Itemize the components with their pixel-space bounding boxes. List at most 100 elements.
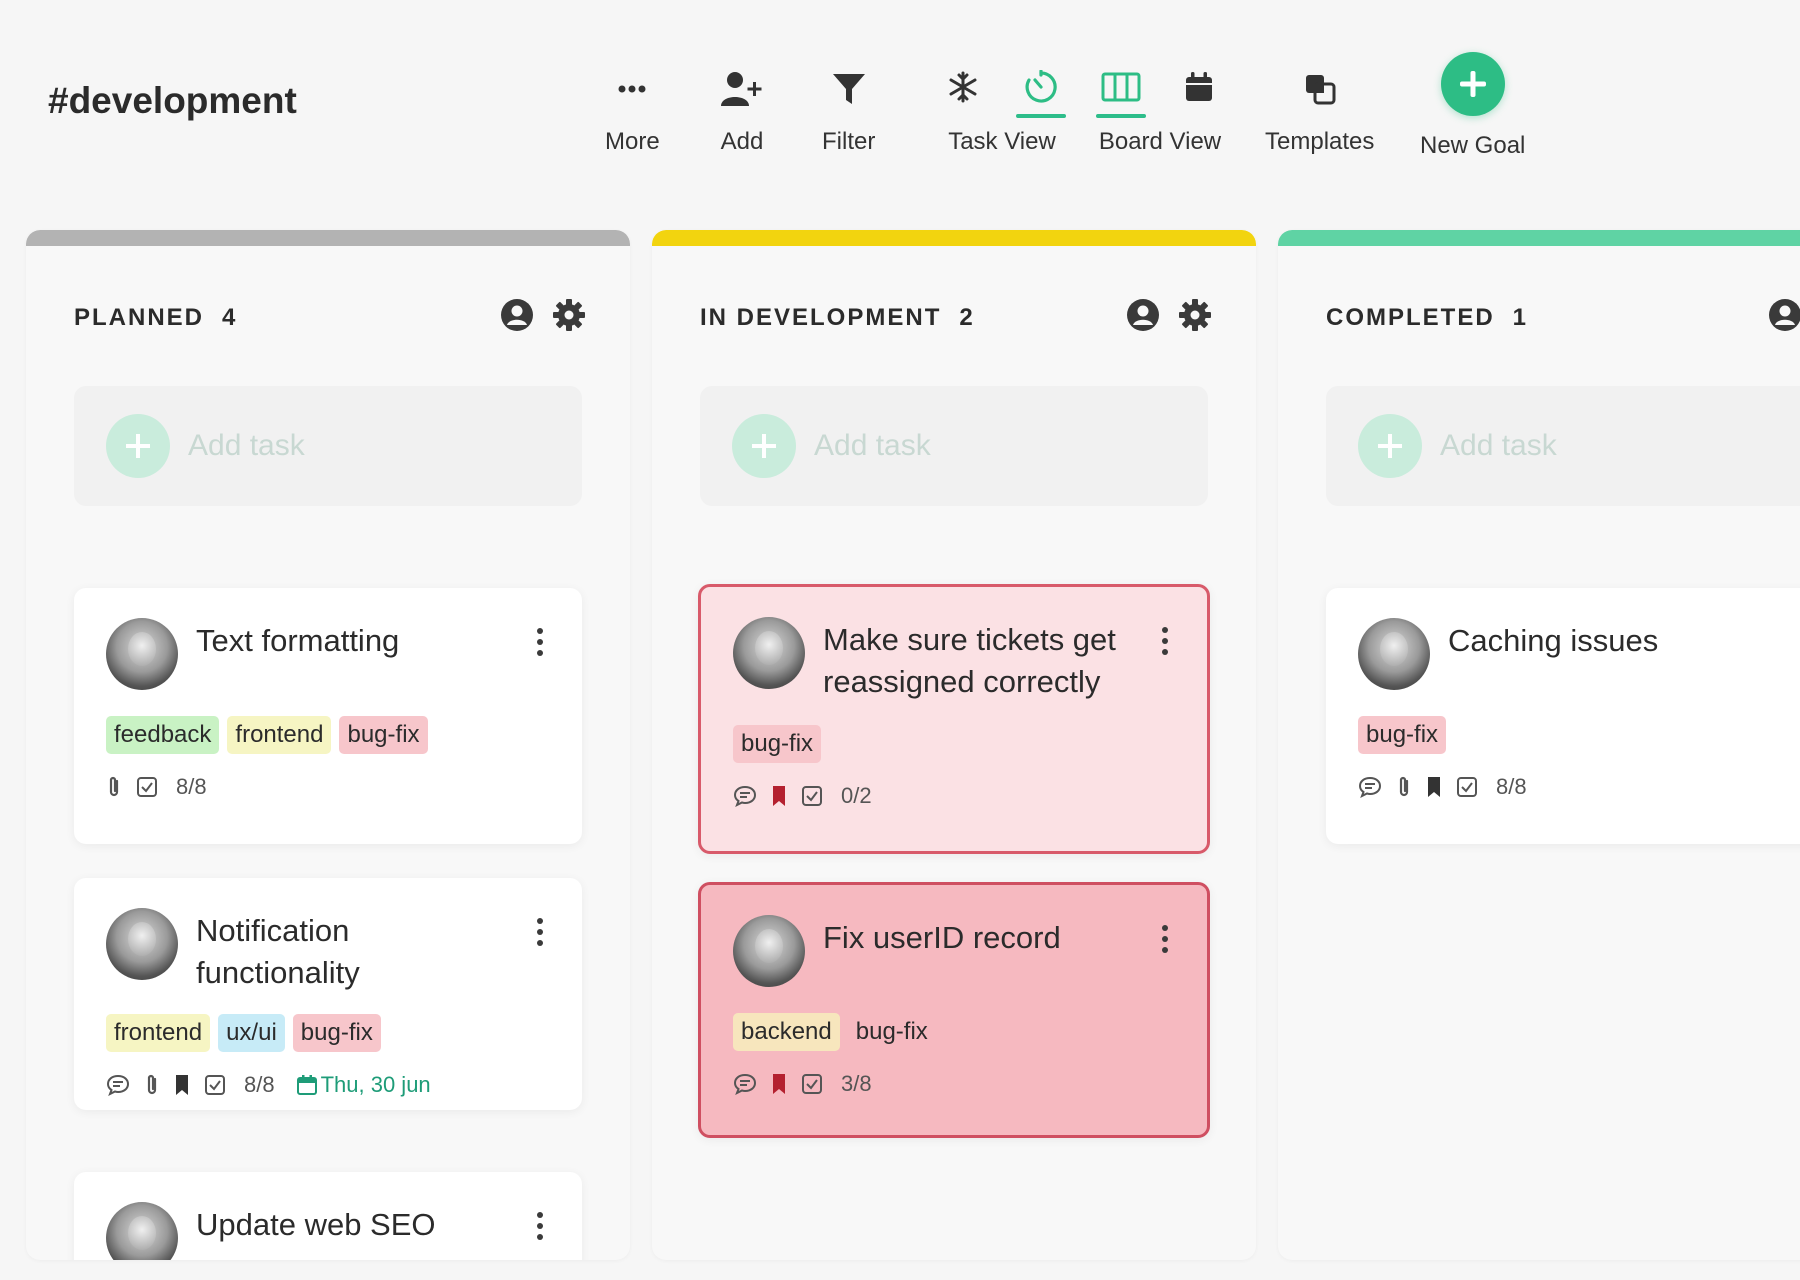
snowflake-view-toggle[interactable] (938, 64, 988, 118)
tag-feedback[interactable]: feedback (106, 716, 220, 754)
task-view-active-indicator (1016, 114, 1066, 118)
board-view-label: Board View (1098, 128, 1222, 155)
new-goal-label: New Goal (1420, 132, 1526, 159)
assignee-icon[interactable] (500, 298, 534, 337)
add-task-label: Add task (188, 429, 305, 462)
checklist-count: 3/8 (841, 1071, 872, 1096)
column-planned: PLANNED 4 Add task Text formatting feedba… (26, 230, 630, 1260)
column-title: COMPLETED (1326, 303, 1495, 331)
templates-button[interactable]: Templates (1265, 64, 1374, 156)
gear-icon[interactable] (552, 298, 586, 337)
bookmark-icon (771, 785, 787, 807)
kebab-menu-icon[interactable] (530, 908, 550, 946)
column-status-bar (1278, 230, 1800, 246)
task-view-group: Task View (938, 64, 1066, 156)
tag-bug-fix[interactable]: bug-fix (339, 716, 428, 754)
checklist-icon (801, 785, 823, 807)
column-count: 2 (959, 303, 975, 331)
card-title: Make sure tickets get reassigned correct… (823, 622, 1116, 699)
plus-icon (1358, 414, 1422, 478)
tag-bug-fix[interactable]: bug-fix (292, 1014, 381, 1052)
column-count: 1 (1512, 303, 1529, 331)
channel-title: #development (48, 80, 297, 121)
bookmark-icon (771, 1073, 787, 1095)
tag-bug-fix[interactable]: bug-fix (1358, 716, 1447, 754)
plus-icon (732, 414, 796, 478)
add-user-icon (720, 64, 764, 114)
task-card-update-seo[interactable]: Update web SEO (74, 1172, 582, 1260)
gear-icon[interactable] (1178, 298, 1212, 337)
checklist-count: 8/8 (244, 1072, 275, 1097)
attachment-icon (106, 775, 122, 799)
bookmark-icon (1426, 776, 1442, 798)
add-task-button[interactable]: Add task (1326, 386, 1800, 506)
filter-label: Filter (822, 128, 876, 155)
column-in-development: IN DEVELOPMENT 2 Add task Make sure ticke… (652, 230, 1256, 1260)
new-goal-button[interactable]: New Goal (1420, 52, 1525, 160)
attachment-icon (1396, 775, 1412, 799)
checklist-count: 8/8 (1496, 774, 1527, 799)
kebab-menu-icon[interactable] (530, 618, 550, 656)
checklist-count: 0/2 (841, 783, 872, 808)
avatar (733, 617, 805, 689)
more-button[interactable]: More (605, 64, 660, 156)
column-header: COMPLETED 1 (1326, 298, 1800, 337)
tag-bug-fix[interactable]: bug-fix (733, 725, 822, 763)
tag-backend[interactable]: backend (733, 1013, 840, 1051)
attachment-icon (144, 1073, 160, 1097)
task-card-caching[interactable]: Caching issues bug-fix 8/8 (1326, 588, 1800, 844)
add-button[interactable]: Add (720, 64, 764, 156)
templates-icon (1303, 64, 1337, 114)
templates-label: Templates (1265, 128, 1375, 155)
tag-bug-fix[interactable]: bug-fix (848, 1013, 936, 1051)
kebab-menu-icon[interactable] (1155, 915, 1175, 953)
task-view-toggle[interactable] (1016, 64, 1066, 118)
column-title: PLANNED (74, 303, 205, 331)
task-card-text-formatting[interactable]: Text formatting feedback frontend bug-fi… (74, 588, 582, 844)
board-view-toggle[interactable] (1096, 64, 1146, 118)
bookmark-icon (174, 1074, 190, 1096)
calendar-view-toggle[interactable] (1174, 64, 1224, 118)
add-label: Add (720, 128, 764, 155)
column-title: IN DEVELOPMENT (700, 303, 942, 331)
column-status-bar (652, 230, 1256, 246)
tag-frontend[interactable]: frontend (227, 716, 332, 754)
filter-button[interactable]: Filter (822, 64, 875, 156)
kebab-menu-icon[interactable] (530, 1202, 550, 1240)
assignee-icon[interactable] (1768, 298, 1800, 337)
task-card-notification[interactable]: Notification functionality frontend ux/u… (74, 878, 582, 1110)
tag-ux-ui[interactable]: ux/ui (218, 1014, 285, 1052)
due-date[interactable]: Thu, 30 jun (296, 1072, 431, 1098)
board-columns-icon (1101, 64, 1141, 110)
add-task-button[interactable]: Add task (700, 386, 1208, 506)
board-view-group: Board View (1096, 64, 1224, 156)
task-card-fix-userid[interactable]: Fix userID record backend bug-fix 3/8 (698, 882, 1210, 1138)
kebab-menu-icon[interactable] (1794, 618, 1800, 656)
card-title: Text formatting (196, 623, 400, 658)
plus-icon (1440, 52, 1505, 116)
comment-icon (106, 1074, 130, 1096)
filter-icon (831, 64, 867, 114)
task-card-tickets[interactable]: Make sure tickets get reassigned correct… (698, 584, 1210, 854)
calendar-icon (1184, 64, 1214, 110)
assignee-icon[interactable] (1126, 298, 1160, 337)
add-task-label: Add task (1440, 429, 1557, 462)
tag-frontend[interactable]: frontend (106, 1014, 211, 1052)
column-completed: COMPLETED 1 Add task Caching issues bug-f… (1278, 230, 1800, 1260)
more-label: More (605, 128, 660, 155)
add-task-label: Add task (814, 429, 931, 462)
calendar-icon (296, 1075, 317, 1095)
comment-icon (733, 785, 757, 807)
due-date-label: Thu, 30 jun (320, 1072, 431, 1097)
kebab-menu-icon[interactable] (1155, 617, 1175, 655)
avatar (106, 908, 178, 980)
plus-icon (106, 414, 170, 478)
snowflake-icon (947, 64, 979, 110)
checklist-count: 8/8 (176, 774, 207, 799)
avatar (106, 1202, 178, 1260)
add-task-button[interactable]: Add task (74, 386, 582, 506)
checklist-icon (204, 1074, 226, 1096)
comment-icon (733, 1073, 757, 1095)
task-view-label: Task View (948, 128, 1056, 155)
card-title: Fix userID record (823, 920, 1061, 955)
